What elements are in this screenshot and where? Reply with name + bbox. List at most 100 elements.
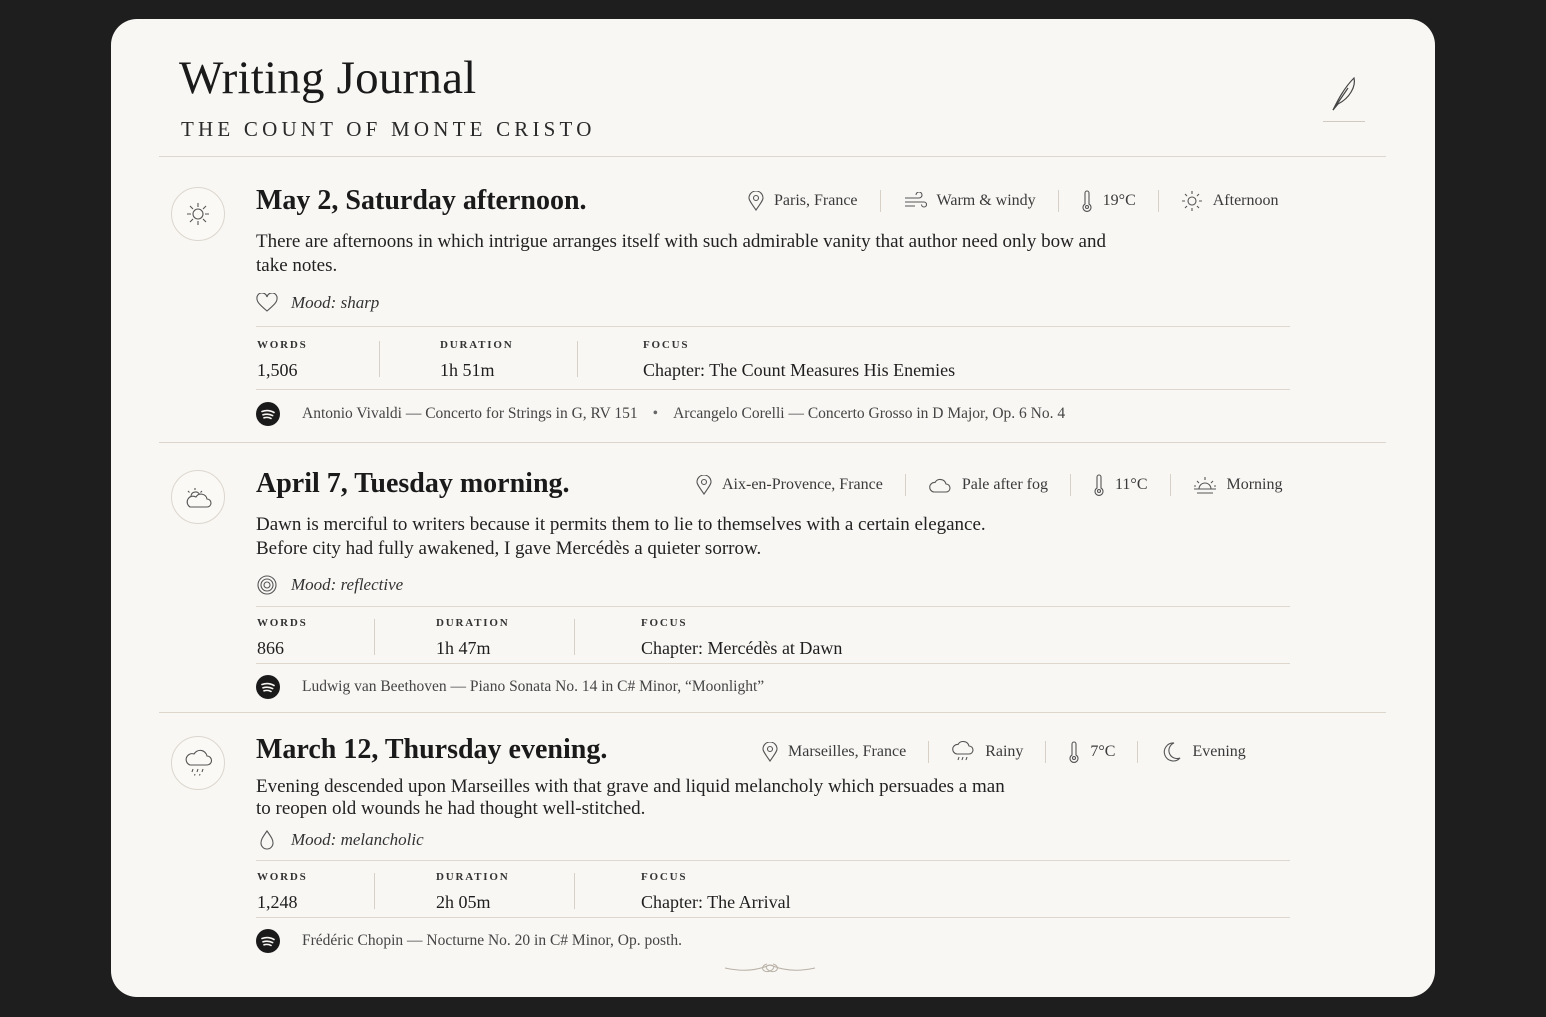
stat-divider [574,873,575,909]
location: Paris, France [748,191,858,211]
entry-text: There are afternoons in which intrigue a… [256,230,1106,278]
mood-label: Mood: reflective [291,575,404,594]
temperature: 7°C [1068,741,1115,763]
entry-text: Evening descended upon Marseilles with t… [256,776,1005,820]
music-track[interactable]: Ludwig van Beethoven — Piano Sonata No. … [302,678,764,696]
location-label: Marseilles, France [788,743,907,760]
droplet-icon [260,830,274,850]
stats-divider [256,917,1290,918]
meta-divider [1045,741,1047,763]
quill-button[interactable] [1323,74,1365,122]
weather-label: Pale after fog [961,476,1049,493]
focus-stat: FOCUS Chapter: The Arrival [641,871,791,913]
entry-text-line: to reopen old wounds he had thought well… [256,798,646,819]
meta-divider [1070,474,1072,496]
duration-value: 1h 47m [436,638,491,658]
entry-meta: Paris, France Warm & windy 19°C Afternoo… [748,190,1279,212]
music-separator: • [652,405,659,422]
thermometer-icon [1082,190,1092,212]
words-stat: WORDS 1,506 [257,339,308,381]
words-label: WORDS [257,871,308,883]
header-divider [159,156,1386,157]
duration-stat: DURATION 1h 51m [440,339,513,381]
time-of-day-label: Evening [1192,743,1246,760]
moon-icon [1164,742,1181,762]
sun-icon [171,187,225,241]
temperature-label: 7°C [1090,743,1116,760]
entry-title: March 12, Thursday evening. [256,734,608,765]
entry-meta: Aix-en-Provence, France Pale after fog 1… [696,474,1283,496]
rain-icon [952,741,974,761]
meta-divider [928,741,930,763]
location-label: Aix-en-Provence, France [722,476,883,493]
thermometer-icon [1069,741,1079,763]
page-title: Writing Journal [179,52,477,104]
sun-small-icon [1181,191,1202,211]
stats-divider [256,663,1290,664]
temperature: 19°C [1081,190,1136,212]
stats-divider [256,326,1290,327]
meta-divider [1157,190,1159,212]
location: Marseilles, France [762,742,906,762]
flourish-ornament [724,963,816,973]
stats-divider [256,389,1290,390]
duration-label: DURATION [436,617,510,629]
duration-value: 1h 51m [440,360,495,380]
focus-label: FOCUS [641,871,688,883]
focus-label: FOCUS [643,339,690,351]
music-row[interactable]: Antonio Vivaldi — Concerto for Strings i… [256,402,1065,426]
weather-label: Rainy [985,743,1024,760]
cloud-icon [929,478,951,493]
stats-divider [256,606,1290,607]
temperature-label: 11°C [1115,476,1148,493]
duration-label: DURATION [440,339,514,351]
heart-icon [256,293,278,312]
spotify-icon[interactable] [256,929,280,953]
words-label: WORDS [257,617,308,629]
duration-stat: DURATION 2h 05m [436,871,509,913]
temperature: 11°C [1093,474,1148,496]
entry-text-line: Before city had fully awakened, I gave M… [256,538,762,559]
words-value: 1,248 [257,892,298,912]
spotify-icon[interactable] [256,675,280,699]
entry-text: Dawn is merciful to writers because it p… [256,513,986,561]
focus-value: Chapter: The Count Measures His Enemies [643,360,956,380]
stat-divider [374,619,375,655]
duration-stat: DURATION 1h 47m [436,617,509,659]
music-row[interactable]: Ludwig van Beethoven — Piano Sonata No. … [256,675,764,699]
meta-divider [1057,190,1059,212]
spiral-icon [257,575,277,595]
partly-cloudy-icon [171,470,225,524]
entry-meta: Marseilles, France Rainy 7°C Evening [762,741,1246,763]
entry-title: April 7, Tuesday morning. [256,468,570,499]
location-pin-icon [762,742,778,762]
time-of-day-label: Afternoon [1212,192,1279,209]
location-label: Paris, France [774,192,858,209]
music-track[interactable]: Frédéric Chopin — Nocturne No. 20 in C# … [302,932,682,950]
temperature-label: 19°C [1102,192,1136,209]
stats-divider [256,860,1290,861]
stat-divider [379,341,380,377]
focus-stat: FOCUS Chapter: Mercédès at Dawn [641,617,842,659]
entry-text-line: Evening descended upon Marseilles with t… [256,776,1005,797]
words-stat: WORDS 866 [257,617,308,659]
spotify-icon[interactable] [256,402,280,426]
wind-icon [904,192,927,208]
time-of-day: Afternoon [1181,190,1279,212]
thermometer-icon [1094,474,1104,496]
location: Aix-en-Provence, France [696,475,883,495]
music-track[interactable]: Arcangelo Corelli — Concerto Grosso in D… [673,405,1065,423]
words-value: 1,506 [257,360,298,380]
focus-stat: FOCUS Chapter: The Count Measures His En… [643,339,955,381]
focus-value: Chapter: The Arrival [641,892,791,912]
journal-card: Writing Journal THE COUNT OF MONTE CRIST… [111,19,1435,997]
music-row[interactable]: Frédéric Chopin — Nocturne No. 20 in C# … [256,929,682,953]
weather: Warm & windy [903,192,1036,210]
weather-label: Warm & windy [936,192,1036,209]
duration-value: 2h 05m [436,892,491,912]
location-pin-icon [748,191,764,211]
mood: Mood: melancholic [256,829,424,851]
stat-divider [577,341,578,377]
entry-divider [159,712,1386,713]
music-track[interactable]: Antonio Vivaldi — Concerto for Strings i… [302,405,638,423]
